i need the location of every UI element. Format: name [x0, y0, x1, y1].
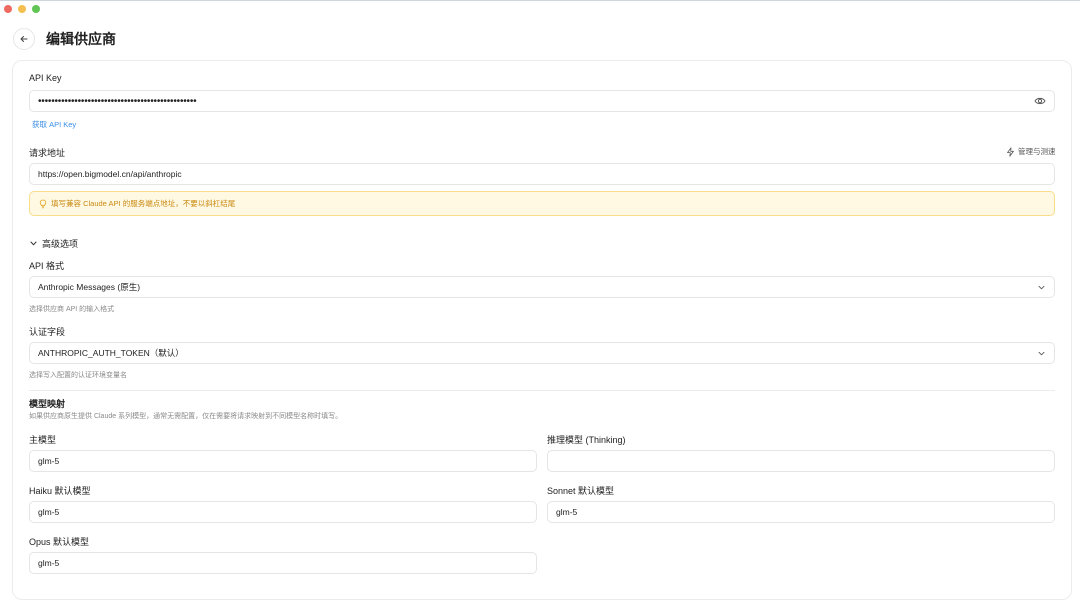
arrow-left-icon: [20, 36, 28, 42]
back-button[interactable]: [13, 28, 35, 50]
sonnet-model-value: glm-5: [556, 507, 578, 517]
endpoint-warning-text: 填写兼容 Claude API 的服务端点地址，不要以斜杠结尾: [51, 199, 236, 208]
main-model-value: glm-5: [38, 456, 60, 466]
main-model-label: 主模型: [29, 435, 57, 445]
maximize-window-button[interactable]: [32, 5, 40, 13]
advanced-options-label: 高级选项: [42, 239, 79, 249]
auth-field-select[interactable]: ANTHROPIC_AUTH_TOKEN（默认）: [29, 342, 1055, 364]
model-mapping-title: 模型映射: [29, 399, 66, 409]
manage-speedtest-button[interactable]: 管理与测速: [1006, 146, 1056, 157]
haiku-model-value: glm-5: [38, 507, 60, 517]
endpoint-input[interactable]: https://open.bigmodel.cn/api/anthropic: [29, 163, 1055, 185]
auth-field-value: ANTHROPIC_AUTH_TOKEN（默认）: [38, 348, 184, 358]
opus-model-label: Opus 默认模型: [29, 537, 90, 547]
auth-field-hint: 选择写入配置的认证环境变量名: [29, 372, 127, 379]
lightning-icon: [1007, 146, 1014, 157]
api-format-label: API 格式: [29, 261, 65, 271]
api-key-value: ••••••••••••••••••••••••••••••••••••••••…: [38, 95, 197, 107]
opus-model-value: glm-5: [38, 558, 60, 568]
manage-speedtest-label: 管理与测速: [1018, 147, 1056, 156]
api-key-input[interactable]: ••••••••••••••••••••••••••••••••••••••••…: [29, 90, 1055, 112]
eye-icon[interactable]: [1034, 96, 1046, 106]
opus-model-input[interactable]: glm-5: [29, 552, 537, 574]
endpoint-warning: 填写兼容 Claude API 的服务端点地址，不要以斜杠结尾: [29, 191, 1055, 216]
endpoint-value: https://open.bigmodel.cn/api/anthropic: [38, 169, 182, 179]
api-key-label: API Key: [29, 73, 62, 83]
get-api-key-link[interactable]: 获取 API Key: [32, 119, 76, 130]
api-format-select[interactable]: Anthropic Messages (原生): [29, 276, 1055, 298]
haiku-model-label: Haiku 默认模型: [29, 486, 91, 496]
chevron-down-icon: [30, 241, 37, 246]
auth-field-label: 认证字段: [29, 327, 66, 337]
haiku-model-input[interactable]: glm-5: [29, 501, 537, 523]
lightbulb-icon: [39, 199, 47, 208]
advanced-options-toggle[interactable]: 高级选项: [29, 237, 78, 250]
minimize-window-button[interactable]: [18, 5, 26, 13]
page-title: 编辑供应商: [46, 31, 116, 47]
model-mapping-description: 如果供应商原生提供 Claude 系列模型，通常无需配置，仅在需要将请求映射到不…: [29, 413, 343, 420]
sonnet-model-label: Sonnet 默认模型: [547, 486, 615, 496]
sonnet-model-input[interactable]: glm-5: [547, 501, 1055, 523]
api-format-hint: 选择供应商 API 的输入格式: [29, 306, 115, 313]
endpoint-label: 请求地址: [29, 148, 66, 158]
main-model-input[interactable]: glm-5: [29, 450, 537, 472]
chevron-down-icon: [1038, 285, 1045, 289]
page-header: 编辑供应商: [13, 28, 116, 50]
api-format-value: Anthropic Messages (原生): [38, 282, 141, 292]
window-top-border: [0, 0, 1080, 1]
chevron-down-icon: [1038, 351, 1045, 355]
section-divider: [29, 390, 1055, 391]
window-controls: [4, 5, 40, 13]
close-window-button[interactable]: [4, 5, 12, 13]
reasoning-model-label: 推理模型 (Thinking): [547, 435, 626, 445]
reasoning-model-input[interactable]: [547, 450, 1055, 472]
